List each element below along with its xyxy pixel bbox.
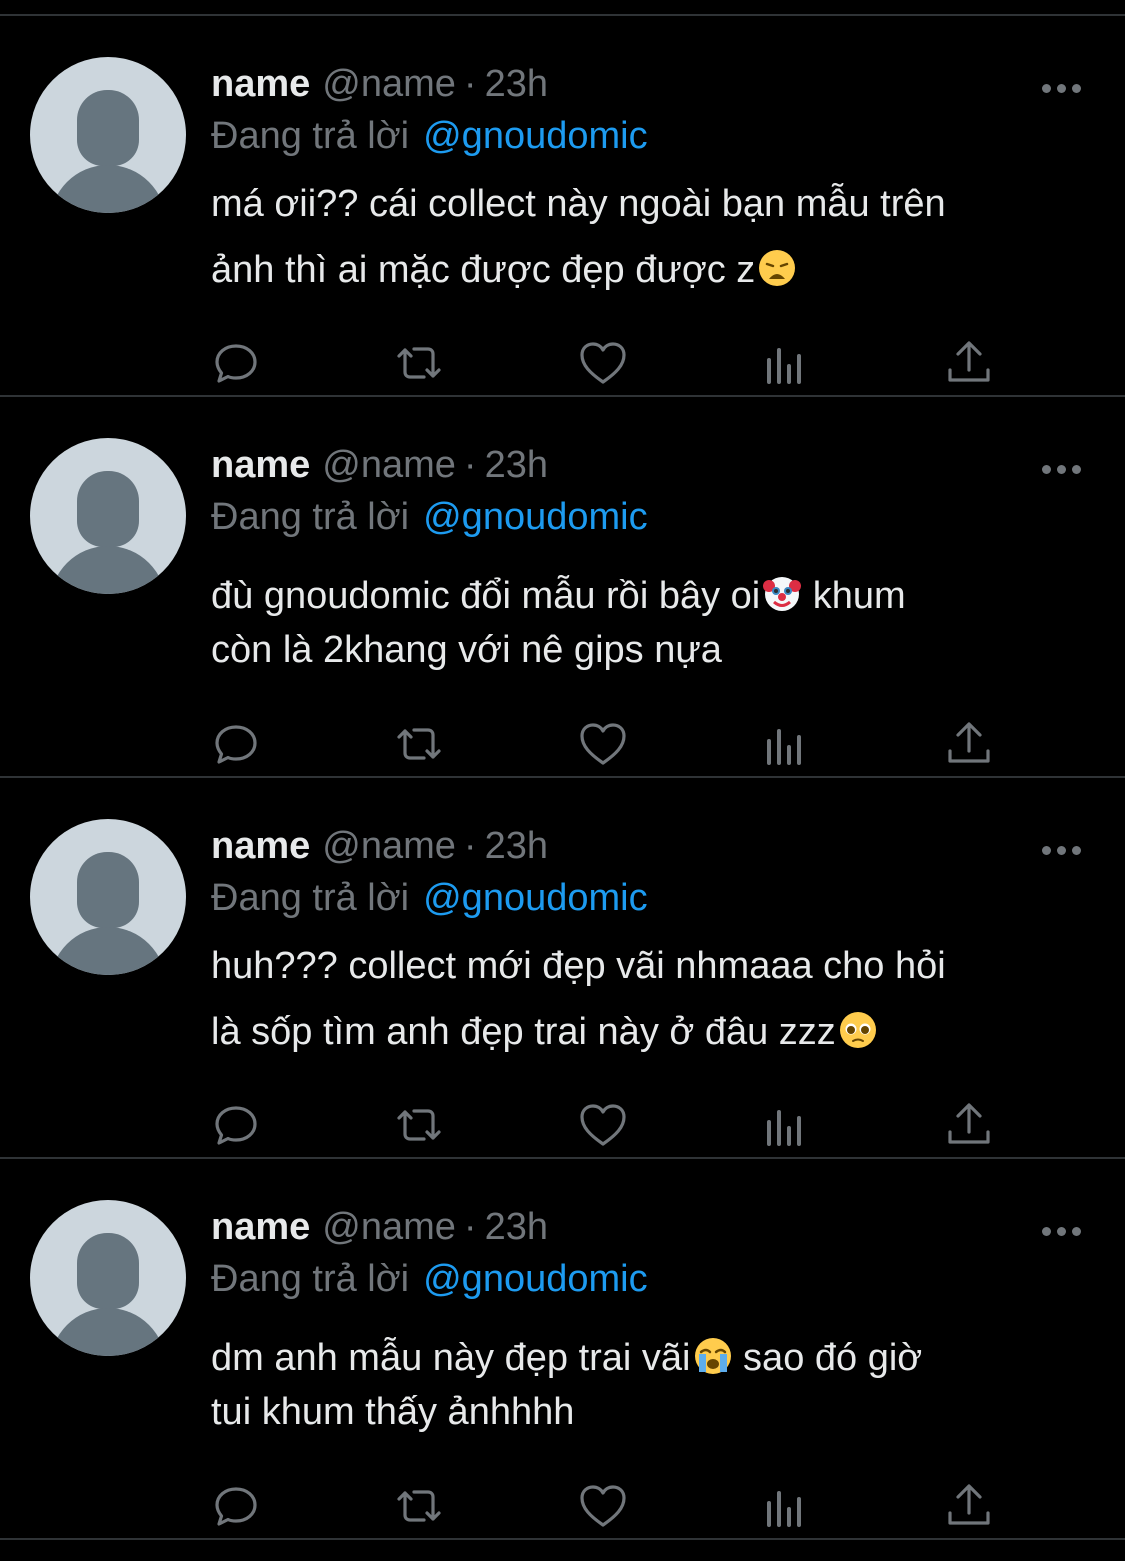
more-options-icon[interactable] <box>1042 465 1082 475</box>
tweet-header: name @name · 23h <box>211 443 548 487</box>
tweet-text-line-with-emoji: đù gnoudomic đổi mẫu rồi bây oi khum <box>211 569 1081 623</box>
tweet-text-line: dm anh mẫu này đẹp trai vãi <box>211 1337 691 1379</box>
weary-face-icon <box>759 250 796 286</box>
retweet-icon[interactable] <box>394 338 444 388</box>
analytics-icon[interactable] <box>761 1100 811 1150</box>
tweet-text: má ơii?? cái collect này ngoài bạn mẫu t… <box>211 171 1081 303</box>
avatar[interactable] <box>30 819 186 975</box>
tweet[interactable]: name @name · 23h Đang trả lời @gnoudomic đù … <box>0 397 1125 778</box>
reply-icon[interactable] <box>211 338 261 388</box>
reply-icon[interactable] <box>211 1481 261 1531</box>
timestamp[interactable]: 23h <box>485 1206 548 1248</box>
loudly-crying-face-icon <box>694 1338 731 1374</box>
user-handle[interactable]: @name <box>322 444 456 486</box>
more-options-icon[interactable] <box>1042 84 1082 94</box>
display-name[interactable]: name <box>211 444 310 486</box>
separator-dot: · <box>463 825 477 867</box>
pleading-face-icon <box>839 1012 876 1048</box>
tweet-text-line-with-emoji: ảnh thì ai mặc được đẹp được z <box>211 237 1081 303</box>
avatar[interactable] <box>30 57 186 213</box>
share-icon[interactable] <box>944 719 994 769</box>
retweet-icon[interactable] <box>394 1100 444 1150</box>
mention-link[interactable]: @gnoudomic <box>423 1258 647 1300</box>
tweet-text-line: là sốp tìm anh đẹp trai này ở đâu zzz <box>211 1011 836 1053</box>
user-handle[interactable]: @name <box>322 825 456 867</box>
tweet-header: name @name · 23h <box>211 824 548 868</box>
replying-to: Đang trả lời @gnoudomic <box>211 114 648 158</box>
user-handle[interactable]: @name <box>322 63 456 105</box>
mention-link[interactable]: @gnoudomic <box>423 115 647 157</box>
tweet-actions <box>211 338 1011 388</box>
tweet-text-line: huh??? collect mới đẹp vãi nhmaaa cho hỏ… <box>211 945 946 987</box>
tweet-text: dm anh mẫu này đẹp trai vãi sao đó giờ t… <box>211 1331 1081 1439</box>
analytics-icon[interactable] <box>761 719 811 769</box>
separator-dot: · <box>463 63 477 105</box>
avatar[interactable] <box>30 438 186 594</box>
tweet-text-line-with-emoji: dm anh mẫu này đẹp trai vãi sao đó giờ <box>211 1331 1081 1385</box>
display-name[interactable]: name <box>211 63 310 105</box>
tweet-actions <box>211 1481 1011 1531</box>
reply-icon[interactable] <box>211 719 261 769</box>
tweet[interactable]: name @name · 23h Đang trả lời @gnoudomic huh… <box>0 778 1125 1159</box>
replying-to: Đang trả lời @gnoudomic <box>211 876 648 920</box>
tweet-actions <box>211 719 1011 769</box>
mention-link[interactable]: @gnoudomic <box>423 877 647 919</box>
separator-dot: · <box>463 1206 477 1248</box>
tweet-text-line: tui khum thấy ảnhhhh <box>211 1391 575 1433</box>
display-name[interactable]: name <box>211 825 310 867</box>
tweet-header: name @name · 23h <box>211 62 548 106</box>
tweet-text-line: đù gnoudomic đổi mẫu rồi bây oi <box>211 575 761 617</box>
like-icon[interactable] <box>578 1481 628 1531</box>
replying-label: Đang trả lời <box>211 115 410 157</box>
tweet-text-line: sao đó giờ <box>732 1337 923 1379</box>
share-icon[interactable] <box>944 1481 994 1531</box>
display-name[interactable]: name <box>211 1206 310 1248</box>
share-icon[interactable] <box>944 338 994 388</box>
analytics-icon[interactable] <box>761 338 811 388</box>
replying-label: Đang trả lời <box>211 877 410 919</box>
replying-to: Đang trả lời @gnoudomic <box>211 495 648 539</box>
like-icon[interactable] <box>578 719 628 769</box>
tweet-text-line: má ơii?? cái collect này ngoài bạn mẫu t… <box>211 183 946 225</box>
tweet-actions <box>211 1100 1011 1150</box>
share-icon[interactable] <box>944 1100 994 1150</box>
clown-face-icon <box>763 577 802 611</box>
like-icon[interactable] <box>578 338 628 388</box>
retweet-icon[interactable] <box>394 719 444 769</box>
timestamp[interactable]: 23h <box>485 444 548 486</box>
retweet-icon[interactable] <box>394 1481 444 1531</box>
user-handle[interactable]: @name <box>322 1206 456 1248</box>
tweet-text-line: ảnh thì ai mặc được đẹp được z <box>211 249 756 291</box>
replying-label: Đang trả lời <box>211 1258 410 1300</box>
more-options-icon[interactable] <box>1042 846 1082 856</box>
tweet-text: đù gnoudomic đổi mẫu rồi bây oi khum còn… <box>211 569 1081 677</box>
like-icon[interactable] <box>578 1100 628 1150</box>
tweet-text-line: khum <box>802 575 906 617</box>
separator-dot: · <box>463 444 477 486</box>
tweet[interactable]: name @name · 23h Đang trả lời @gnoudomic má … <box>0 16 1125 397</box>
replying-to: Đang trả lời @gnoudomic <box>211 1257 648 1301</box>
tweet-text-line: còn là 2khang với nê gips nựa <box>211 629 722 671</box>
mention-link[interactable]: @gnoudomic <box>423 496 647 538</box>
tweet-text-line-with-emoji: là sốp tìm anh đẹp trai này ở đâu zzz <box>211 999 1081 1065</box>
avatar[interactable] <box>30 1200 186 1356</box>
timestamp[interactable]: 23h <box>485 825 548 867</box>
tweet-text: huh??? collect mới đẹp vãi nhmaaa cho hỏ… <box>211 933 1081 1065</box>
timestamp[interactable]: 23h <box>485 63 548 105</box>
replying-label: Đang trả lời <box>211 496 410 538</box>
tweet[interactable]: name @name · 23h Đang trả lời @gnoudomic dm … <box>0 1159 1125 1540</box>
more-options-icon[interactable] <box>1042 1227 1082 1237</box>
analytics-icon[interactable] <box>761 1481 811 1531</box>
tweet-header: name @name · 23h <box>211 1205 548 1249</box>
reply-icon[interactable] <box>211 1100 261 1150</box>
